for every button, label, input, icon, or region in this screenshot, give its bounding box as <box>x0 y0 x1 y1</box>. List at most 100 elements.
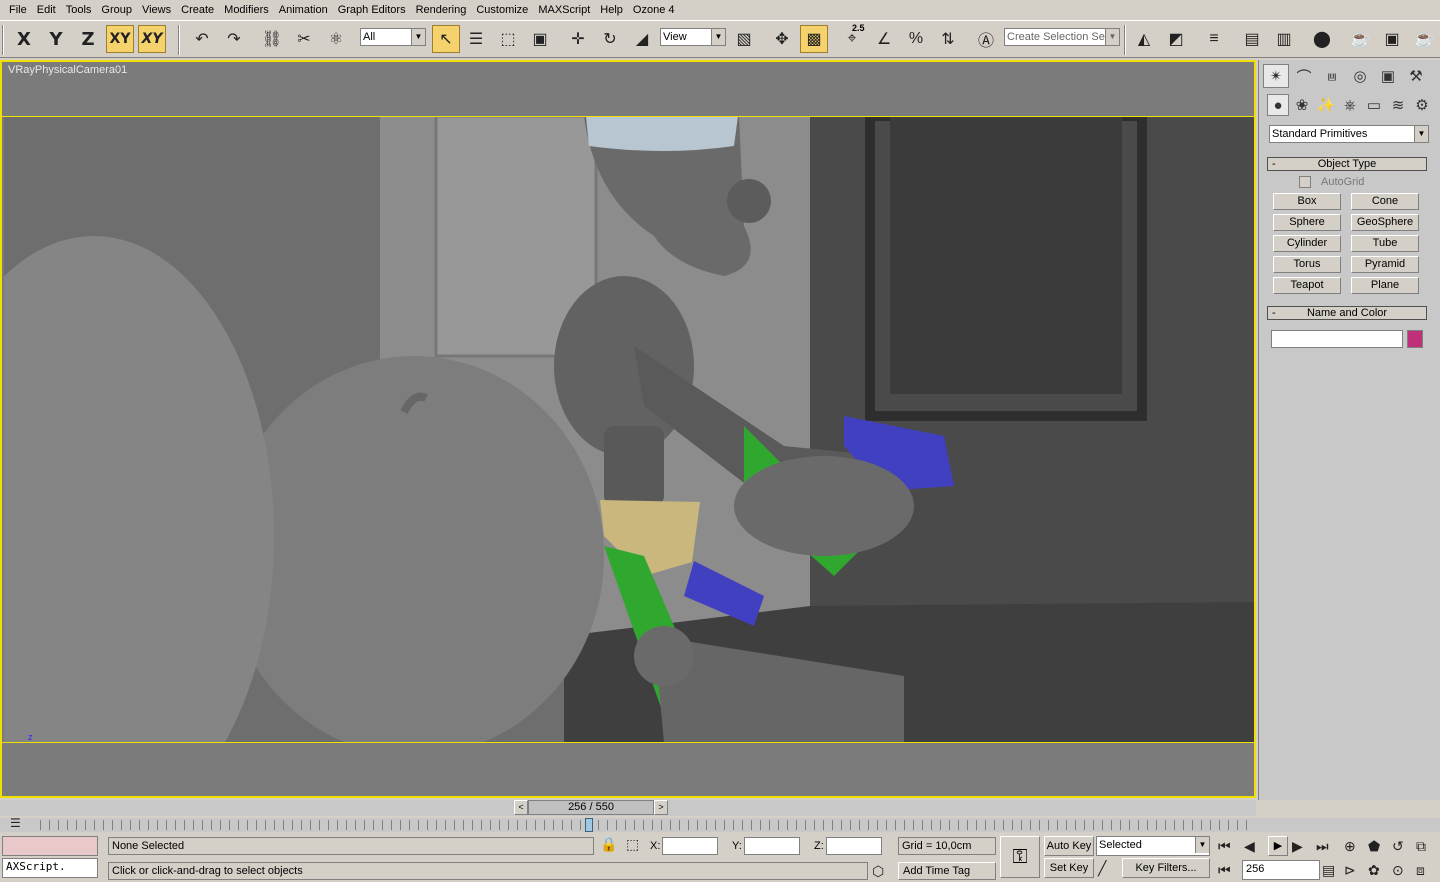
quick-render-icon[interactable]: ☕ <box>1410 25 1438 53</box>
key-mode-toggle-icon[interactable]: ⏮ <box>1218 862 1231 879</box>
orbit-icon[interactable]: ⊙ <box>1392 862 1404 879</box>
angle-snap-icon[interactable]: ∠ <box>870 25 898 53</box>
rotate-icon[interactable]: ↻ <box>596 25 624 53</box>
named-selection-set-dropdown[interactable]: Create Selection Set ▼ <box>1004 28 1120 46</box>
x-coordinate-input[interactable] <box>662 837 718 855</box>
zoom-extents-icon[interactable]: ↺ <box>1392 838 1404 855</box>
unlink-icon[interactable]: ✂ <box>290 25 318 53</box>
modify-tab-icon[interactable]: ⌒ <box>1291 64 1317 88</box>
menu-ozone-4[interactable]: Ozone 4 <box>628 0 680 20</box>
spinner-snap-icon[interactable]: ⇅ <box>934 25 962 53</box>
field-of-view-icon[interactable]: ⊳ <box>1344 862 1356 879</box>
y-coordinate-input[interactable] <box>744 837 800 855</box>
primitive-pyramid-button[interactable]: Pyramid <box>1351 256 1419 273</box>
primitive-sphere-button[interactable]: Sphere <box>1273 214 1341 231</box>
key-tangent-icon[interactable]: ╱ <box>1098 860 1106 877</box>
menu-views[interactable]: Views <box>137 0 176 20</box>
mini-curve-editor-icon[interactable]: ☰ <box>10 816 21 830</box>
viewport-label[interactable]: VRayPhysicalCamera01 <box>8 64 127 76</box>
key-mode-dropdown[interactable]: Selected ▼ <box>1096 836 1210 856</box>
menu-tools[interactable]: Tools <box>61 0 97 20</box>
go-to-start-icon[interactable]: ⏮ <box>1218 838 1231 855</box>
menu-edit[interactable]: Edit <box>32 0 61 20</box>
edit-named-selection-icon[interactable]: Ⓐ <box>972 25 1000 53</box>
primitive-cylinder-button[interactable]: Cylinder <box>1273 235 1341 252</box>
constrain-z-button[interactable]: Z <box>74 25 102 53</box>
primitive-geosphere-button[interactable]: GeoSphere <box>1351 214 1419 231</box>
zoom-all-icon[interactable]: ⬟ <box>1368 838 1380 855</box>
window-crossing-icon[interactable]: ▣ <box>526 25 554 53</box>
menu-animation[interactable]: Animation <box>274 0 333 20</box>
previous-frame-icon[interactable]: ◀ <box>1244 838 1255 855</box>
space-warps-category-icon[interactable]: ≋ <box>1387 94 1409 116</box>
viewport-scene[interactable] <box>4 116 1254 742</box>
constrain-xy-button[interactable]: XY <box>106 25 134 53</box>
menu-group[interactable]: Group <box>96 0 137 20</box>
select-link-icon[interactable]: ⛓ <box>258 25 286 53</box>
menu-create[interactable]: Create <box>176 0 219 20</box>
motion-tab-icon[interactable]: ◎ <box>1347 64 1373 88</box>
constrain-xy-plane-button[interactable]: XY <box>138 25 166 53</box>
object-color-swatch[interactable] <box>1407 330 1423 348</box>
render-setup-icon[interactable]: ☕ <box>1346 25 1374 53</box>
name-and-color-rollout[interactable]: - Name and Color <box>1267 306 1427 320</box>
set-key-button[interactable]: Set Key <box>1044 858 1094 878</box>
constrain-x-button[interactable]: X <box>10 25 38 53</box>
zoom-extents-all-icon[interactable]: ⧉ <box>1416 838 1426 855</box>
select-by-name-icon[interactable]: ☰ <box>462 25 490 53</box>
shapes-category-icon[interactable]: ❀ <box>1291 94 1313 116</box>
add-time-tag-button[interactable]: Add Time Tag <box>898 862 996 880</box>
camera-viewport[interactable]: VRayPhysicalCamera01 z <box>0 60 1256 798</box>
primitive-torus-button[interactable]: Torus <box>1273 256 1341 273</box>
frame-indicator[interactable]: 256 / 550 <box>528 800 654 815</box>
display-tab-icon[interactable]: ▣ <box>1375 64 1401 88</box>
zoom-icon[interactable]: ⊕ <box>1344 838 1356 855</box>
geometry-category-icon[interactable]: ● <box>1267 94 1289 116</box>
rendered-frame-window-icon[interactable]: ▣ <box>1378 25 1406 53</box>
autogrid-checkbox[interactable] <box>1299 176 1311 188</box>
layer-manager-icon[interactable]: ≡ <box>1200 25 1228 53</box>
maxscript-listener-output[interactable] <box>2 836 98 856</box>
primitive-cone-button[interactable]: Cone <box>1351 193 1419 210</box>
primitive-teapot-button[interactable]: Teapot <box>1273 277 1341 294</box>
systems-category-icon[interactable]: ⚙ <box>1411 94 1433 116</box>
cameras-category-icon[interactable]: ⎈ <box>1339 94 1361 116</box>
keyboard-shortcut-override-icon[interactable]: ▩ <box>800 25 828 53</box>
go-to-end-icon[interactable]: ⏭ <box>1316 838 1329 855</box>
z-coordinate-input[interactable] <box>826 837 882 855</box>
play-icon[interactable]: ▶ <box>1268 836 1288 856</box>
current-frame-spinner[interactable]: 256 <box>1242 860 1320 880</box>
pan-view-icon[interactable]: ✿ <box>1368 862 1380 879</box>
maximize-viewport-icon[interactable]: ⧈ <box>1416 862 1425 879</box>
rectangular-selection-icon[interactable]: ⬚ <box>494 25 522 53</box>
next-frame-icon[interactable]: ▶ <box>1292 838 1303 855</box>
schematic-view-icon[interactable]: ▥ <box>1270 25 1298 53</box>
primitive-type-dropdown[interactable]: Standard Primitives ▼ <box>1269 125 1429 143</box>
track-bar[interactable]: ☰ <box>0 816 1440 832</box>
maxscript-mini-listener[interactable]: AXScript. <box>2 858 98 878</box>
utilities-tab-icon[interactable]: ⚒ <box>1403 64 1429 88</box>
menu-customize[interactable]: Customize <box>471 0 533 20</box>
object-type-rollout[interactable]: - Object Type <box>1267 157 1427 171</box>
menu-help[interactable]: Help <box>595 0 628 20</box>
track-ruler[interactable] <box>40 820 1250 830</box>
time-configuration-icon[interactable]: ▤ <box>1322 862 1335 879</box>
set-key-icon[interactable]: ⚿ <box>1000 836 1040 878</box>
pivot-center-icon[interactable]: ▧ <box>730 25 758 53</box>
time-slider[interactable]: < 256 / 550 > <box>0 800 1256 816</box>
lights-category-icon[interactable]: ✨ <box>1315 94 1337 116</box>
scale-icon[interactable]: ◢ <box>628 25 656 53</box>
percent-snap-icon[interactable]: % <box>902 25 930 53</box>
menu-file[interactable]: File <box>4 0 32 20</box>
absolute-mode-icon[interactable]: ⬚ <box>626 836 639 853</box>
key-filters-button[interactable]: Key Filters... <box>1122 858 1210 878</box>
next-frame-arrow-icon[interactable]: > <box>654 800 668 815</box>
manipulate-icon[interactable]: ✥ <box>768 25 796 53</box>
undo-icon[interactable]: ↶ <box>188 25 216 53</box>
auto-key-button[interactable]: Auto Key <box>1044 836 1094 856</box>
material-editor-icon[interactable]: ⬤ <box>1308 25 1336 53</box>
menu-modifiers[interactable]: Modifiers <box>219 0 274 20</box>
align-icon[interactable]: ◩ <box>1162 25 1190 53</box>
select-object-icon[interactable]: ↖ <box>432 25 460 53</box>
prev-frame-arrow-icon[interactable]: < <box>514 800 528 815</box>
